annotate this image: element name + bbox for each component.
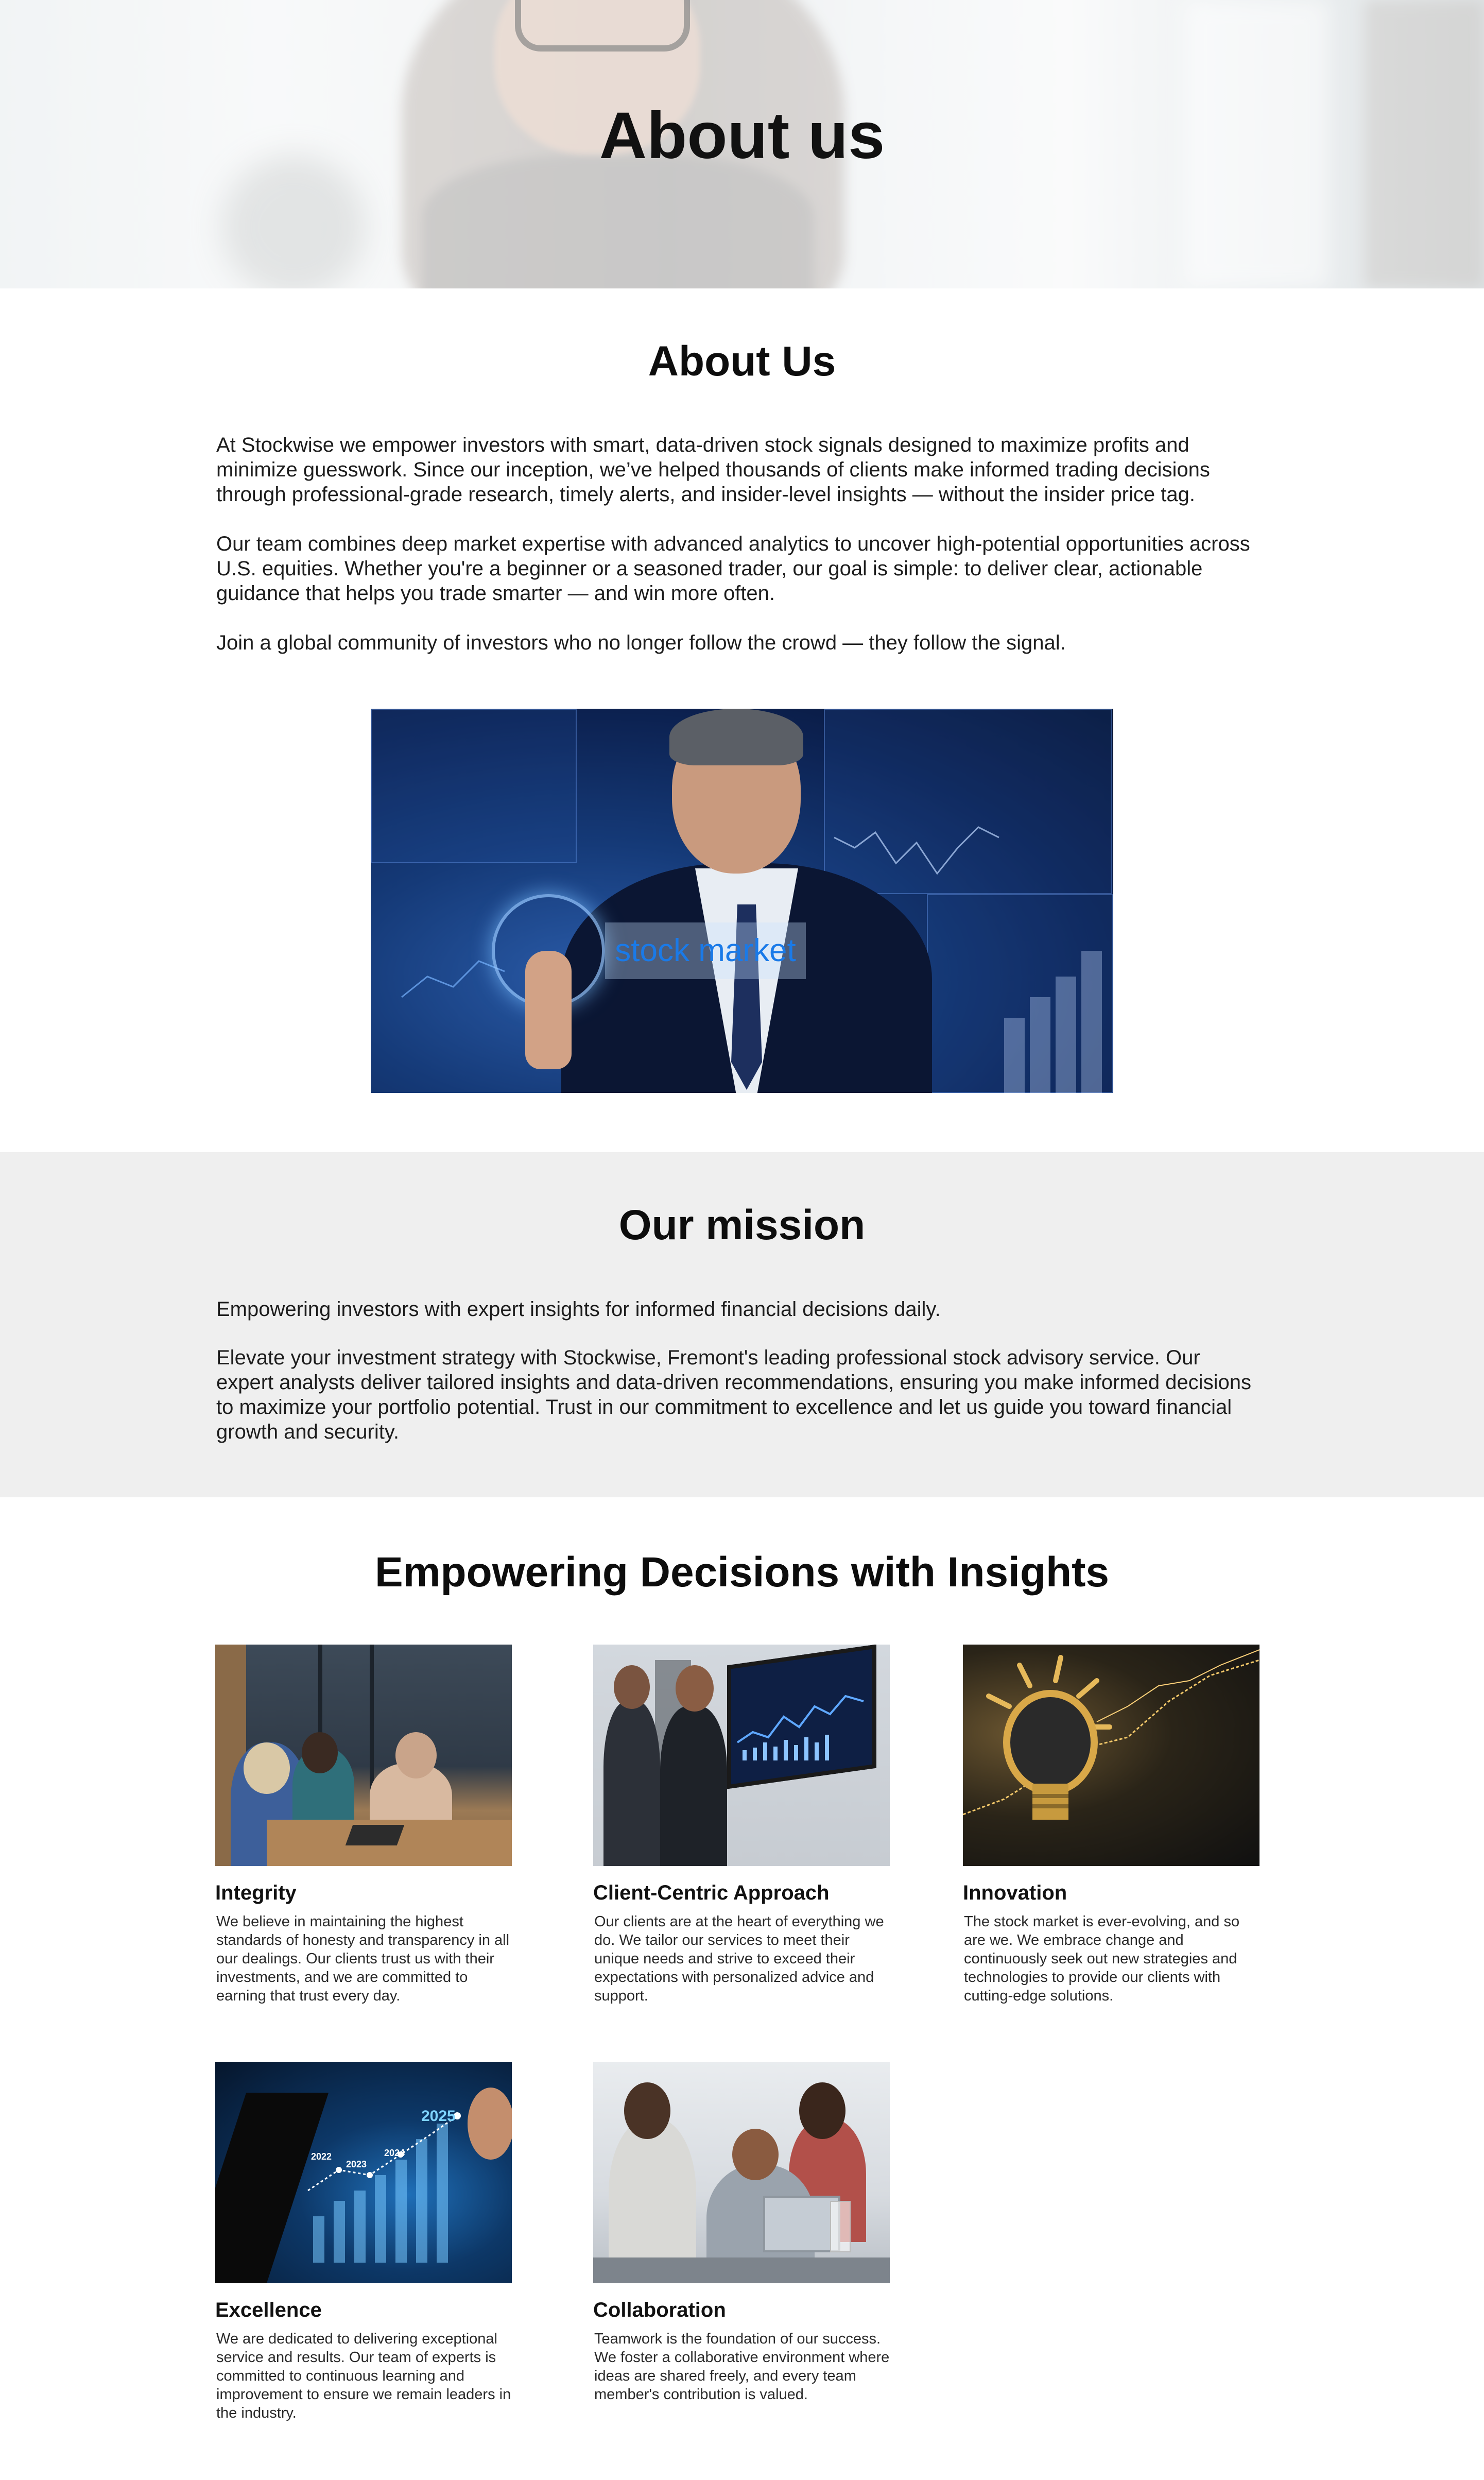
integrity-meeting-image bbox=[215, 1645, 512, 1866]
hero-banner: About us bbox=[0, 0, 1484, 288]
card-description: We believe in maintaining the highest st… bbox=[216, 1913, 510, 2004]
stock-market-label: stock market bbox=[605, 922, 806, 979]
stock-market-businessman-image: stock market bbox=[371, 709, 1113, 1093]
values-title: Empowering Decisions with Insights bbox=[374, 1549, 1110, 1596]
innovation-lightbulb-image bbox=[963, 1645, 1259, 1866]
hero-title: About us bbox=[599, 99, 885, 173]
card-description: Our clients are at the heart of everythi… bbox=[594, 1913, 884, 2004]
card-title: Innovation bbox=[963, 1882, 1067, 1904]
card-description: The stock market is ever-evolving, and s… bbox=[964, 1913, 1240, 2004]
card-title: Client-Centric Approach bbox=[593, 1882, 830, 1904]
year-2025-label: 2025 bbox=[421, 2108, 456, 2125]
client-centric-presentation-image bbox=[593, 1645, 890, 1866]
card-title: Integrity bbox=[215, 1882, 297, 1904]
excellence-growth-chart-image: 2022 2023 2024 2025 bbox=[215, 2062, 512, 2283]
about-paragraph-2: Our team combines deep market expertise … bbox=[216, 533, 1250, 605]
collaboration-team-image bbox=[593, 2062, 890, 2283]
year-2022-label: 2022 bbox=[311, 2151, 332, 2162]
about-title: About Us bbox=[648, 338, 836, 385]
about-paragraph-3: Join a global community of investors who… bbox=[216, 631, 1066, 654]
card-description: We are dedicated to delivering exception… bbox=[216, 2331, 511, 2421]
mission-paragraph-2: Elevate your investment strategy with St… bbox=[216, 1346, 1251, 1443]
card-description: Teamwork is the foundation of our succes… bbox=[594, 2331, 890, 2403]
about-paragraph-1: At Stockwise we empower investors with s… bbox=[216, 434, 1210, 506]
card-title: Collaboration bbox=[593, 2299, 726, 2321]
mission-paragraph-1: Empowering investors with expert insight… bbox=[216, 1298, 941, 1321]
card-title: Excellence bbox=[215, 2299, 322, 2321]
year-2023-label: 2023 bbox=[346, 2159, 367, 2169]
mission-title: Our mission bbox=[618, 1202, 866, 1248]
year-2024-label: 2024 bbox=[384, 2148, 405, 2158]
